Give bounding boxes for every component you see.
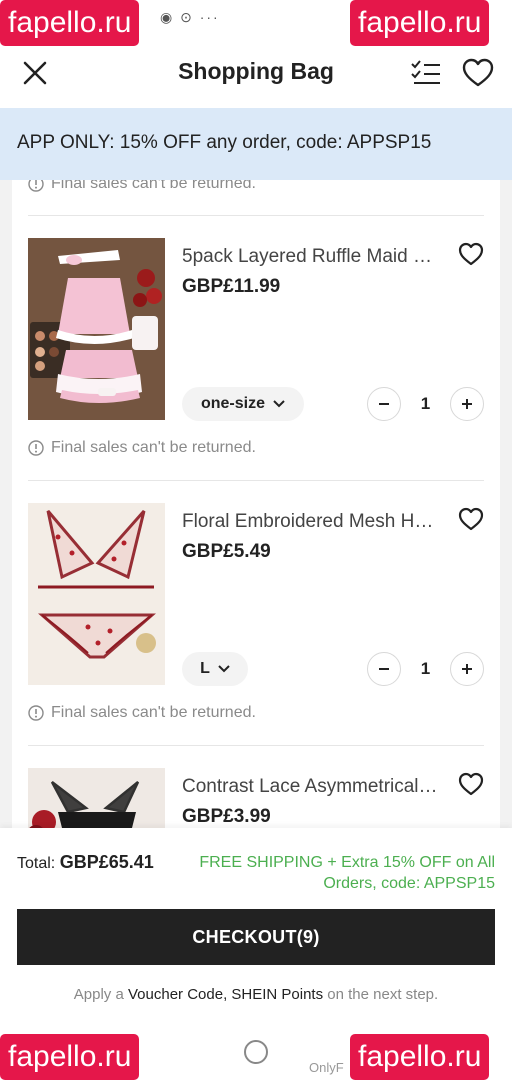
product-title[interactable]: Contrast Lace Asymmetrical Lingerie Set bbox=[182, 776, 442, 798]
size-value: one-size bbox=[200, 395, 265, 412]
info-icon bbox=[28, 705, 44, 721]
checklist-icon[interactable] bbox=[410, 60, 442, 86]
quantity-value[interactable]: 1 bbox=[401, 659, 450, 679]
increase-button[interactable] bbox=[450, 387, 484, 421]
plus-icon bbox=[462, 399, 472, 409]
chevron-down-icon bbox=[218, 665, 230, 673]
product-image[interactable] bbox=[28, 238, 165, 420]
heart-icon[interactable] bbox=[458, 507, 484, 531]
voucher-link[interactable]: Voucher Code, SHEIN Points bbox=[128, 986, 323, 1003]
decrease-button[interactable] bbox=[367, 652, 401, 686]
plus-icon bbox=[462, 664, 472, 674]
info-icon bbox=[28, 180, 44, 192]
notice-text: Final sales can't be returned. bbox=[51, 704, 256, 721]
heart-icon[interactable] bbox=[458, 772, 484, 796]
voucher-tail-text: on the next step. bbox=[327, 986, 439, 1003]
nav-caption: OnlyF bbox=[309, 1060, 344, 1075]
info-icon bbox=[28, 440, 44, 456]
cart-item: Contrast Lace Asymmetrical Lingerie Set … bbox=[12, 768, 500, 828]
home-button-icon[interactable] bbox=[244, 1040, 268, 1064]
watermark-logo: fapello.ru bbox=[0, 0, 140, 46]
voucher-hint: Apply a Voucher Code, SHEIN Points on th… bbox=[0, 986, 512, 1003]
increase-button[interactable] bbox=[450, 652, 484, 686]
divider bbox=[28, 480, 484, 481]
promo-banner[interactable]: APP ONLY: 15% OFF any order, code: APPSP… bbox=[0, 108, 512, 180]
product-price: GBP£3.99 bbox=[182, 806, 271, 827]
product-image[interactable] bbox=[28, 503, 165, 685]
final-sale-notice: Final sales can't be returned. bbox=[28, 703, 256, 723]
quantity-stepper: 1 bbox=[367, 652, 484, 686]
shipping-promo: FREE SHIPPING + Extra 15% OFF on All Ord… bbox=[199, 854, 495, 892]
final-sale-notice: Final sales can't be returned. bbox=[28, 438, 256, 458]
watermark-logo: fapello.ru bbox=[350, 1034, 490, 1080]
cart-item: 5pack Layered Ruffle Maid Costume Set GB… bbox=[12, 238, 500, 428]
voucher-apply-text: Apply a bbox=[73, 986, 124, 1003]
size-selector[interactable]: one-size bbox=[182, 387, 304, 421]
chevron-down-icon bbox=[273, 400, 285, 408]
notice-text: Final sales can't be returned. bbox=[51, 180, 256, 192]
size-value: L bbox=[200, 660, 210, 677]
app-header: Shopping Bag bbox=[0, 36, 512, 108]
quantity-value[interactable]: 1 bbox=[401, 394, 450, 414]
notice-text: Final sales can't be returned. bbox=[51, 439, 256, 456]
total-value: GBP£65.41 bbox=[59, 852, 154, 872]
checkout-footer: Total: GBP£65.41 FREE SHIPPING + Extra 1… bbox=[0, 828, 512, 1028]
divider bbox=[28, 745, 484, 746]
product-title[interactable]: Floral Embroidered Mesh Harness Lingerie… bbox=[182, 511, 442, 533]
status-icons: ◉ ⊙ ··· bbox=[160, 9, 220, 25]
divider bbox=[28, 215, 484, 216]
product-image[interactable] bbox=[28, 768, 165, 828]
product-price: GBP£11.99 bbox=[182, 276, 281, 297]
quantity-stepper: 1 bbox=[367, 387, 484, 421]
final-sale-notice: Final sales can't be returned. bbox=[28, 180, 256, 194]
order-total: Total: GBP£65.41 bbox=[17, 852, 154, 873]
minus-icon bbox=[379, 403, 389, 405]
minus-icon bbox=[379, 668, 389, 670]
total-label: Total: bbox=[17, 855, 56, 872]
decrease-button[interactable] bbox=[367, 387, 401, 421]
checkout-button[interactable]: CHECKOUT(9) bbox=[17, 909, 495, 965]
cart-list: Final sales can't be returned. 5pack Lay… bbox=[12, 180, 500, 828]
size-selector[interactable]: L bbox=[182, 652, 248, 686]
wishlist-heart-icon[interactable] bbox=[462, 58, 494, 88]
watermark-logo: fapello.ru bbox=[0, 1034, 140, 1080]
watermark-logo: fapello.ru bbox=[350, 0, 490, 46]
promo-text: APP ONLY: 15% OFF any order, code: APPSP… bbox=[17, 132, 432, 153]
cart-item: Floral Embroidered Mesh Harness Lingerie… bbox=[12, 503, 500, 693]
product-price: GBP£5.49 bbox=[182, 541, 271, 562]
heart-icon[interactable] bbox=[458, 242, 484, 266]
product-title[interactable]: 5pack Layered Ruffle Maid Costume Set bbox=[182, 246, 442, 268]
